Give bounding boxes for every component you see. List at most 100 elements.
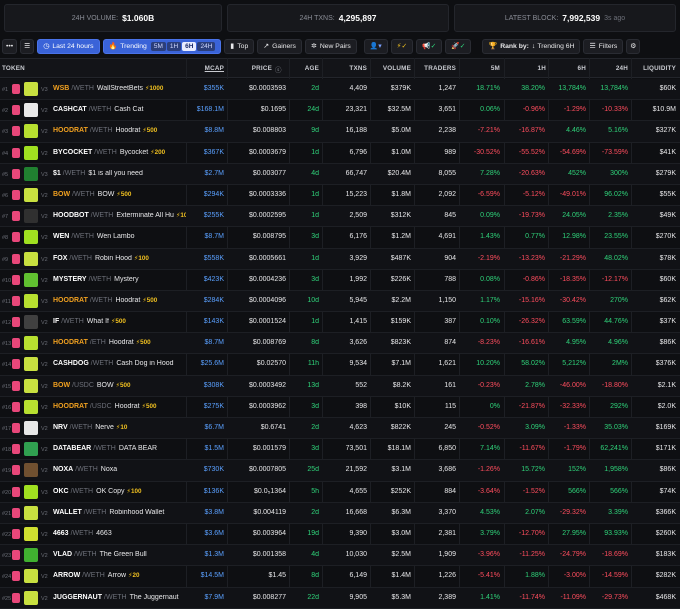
token-symbol: IF — [53, 318, 60, 326]
col-mcap[interactable]: MCAP — [190, 65, 224, 72]
token-name: Wen Lambo — [96, 233, 135, 241]
token-info: OKC/WETH OK Copy ⚡100 — [53, 488, 186, 495]
table-row[interactable]: #8 V2 WEN/WETH Wen Lambo $8.7M $0.008795 … — [0, 227, 680, 249]
col-traders[interactable]: TRADERS — [418, 65, 456, 72]
top-button[interactable]: ▮ Top — [224, 38, 255, 54]
period-button[interactable]: ◷ Last 24 hours — [37, 38, 100, 54]
volume-value: $1.060B — [122, 13, 155, 23]
rank: #19 — [2, 468, 12, 475]
table-row[interactable]: #7 V2 HOODBOT/WETH Exterminate All Hu ⚡10 … — [0, 206, 680, 228]
table-row[interactable]: #22 V2 4663/WETH 4663 $3.6M $0.003964 19d… — [0, 524, 680, 546]
table-row[interactable]: #25 V2 JUGGERNAUT/WETH The Juggernaut $7.… — [0, 587, 680, 609]
col-6h[interactable]: 6H — [568, 65, 586, 72]
col-1h[interactable]: 1H — [528, 65, 546, 72]
traders-value: 115 — [444, 402, 456, 410]
gainers-button[interactable]: ↗ Gainers — [257, 38, 302, 54]
table-row[interactable]: #6 V2 BOW/WETH BOW ⚡500 $294K $0.0003336 1… — [0, 185, 680, 207]
col-token[interactable]: TOKEN — [2, 65, 25, 72]
token-info: JUGGERNAUT/WETH The Juggernaut — [53, 594, 186, 601]
price-value: $0.008795 — [252, 233, 286, 241]
trending-24h[interactable]: 24H — [197, 41, 216, 51]
col-liquidity[interactable]: LIQUIDITY — [638, 65, 676, 72]
table-row[interactable]: #19 V2 NOXA/WETH Noxa $730K $0.0007805 25… — [0, 460, 680, 482]
pair-quote: /ETH — [89, 339, 106, 347]
pair-quote: /WETH — [74, 551, 97, 559]
token-symbol: JUGGERNAUT — [53, 593, 103, 601]
table-row[interactable]: #18 V2 DATABEAR/WETH DATA BEAR $1.5M $0.0… — [0, 439, 680, 461]
token-symbol: ARROW — [53, 572, 81, 580]
col-price[interactable]: PRICE — [240, 65, 272, 72]
price-value: $0.008769 — [252, 339, 286, 347]
gear-icon: ⚙ — [630, 43, 637, 50]
profile-filter-button[interactable]: 👤▾ — [363, 38, 388, 54]
liquidity-value: $468K — [655, 593, 676, 601]
chain-icon — [12, 317, 20, 328]
token-symbol: DATABEAR — [53, 445, 92, 453]
table-row[interactable]: #17 V2 NRV/WETH Nerve ⚡10 $6.7M $0.6741 2d… — [0, 418, 680, 440]
change-24h: -14.59% — [601, 572, 628, 580]
col-age[interactable]: AGE — [293, 65, 319, 72]
table-row[interactable]: #21 V2 WALLET/WETH Robinhood Wallet $3.8M… — [0, 502, 680, 524]
token-avatar — [24, 315, 38, 330]
change-24h: -10.33% — [601, 106, 628, 114]
col-24h[interactable]: 24H — [604, 65, 628, 72]
col-txns[interactable]: TXNS — [340, 65, 367, 72]
trending-button[interactable]: 🔥 Trending 5M 1H 6H 24H — [102, 38, 222, 54]
change-1h: 1.88% — [525, 572, 545, 580]
list-view-button[interactable]: ☰ — [20, 38, 35, 54]
table-row[interactable]: #14 V2 CASHDOG/WETH Cash Dog in Hood $25.… — [0, 354, 680, 376]
token-symbol: CASHCAT — [53, 106, 87, 114]
table-row[interactable]: #23 V2 VLAD/WETH The Green Bull $1.3M $0.… — [0, 545, 680, 567]
txns-value: 66,747 — [345, 169, 367, 177]
table-row[interactable]: #12 V2 IF/WETH What If ⚡500 $143K $0.00015… — [0, 312, 680, 334]
table-row[interactable]: #13 V2 HOODRAT/ETH Hoodrat ⚡500 $8.7M $0.0… — [0, 333, 680, 355]
liquidity-value: $2.0K — [657, 402, 676, 410]
table-row[interactable]: #2 V2 CASHCAT/WETH Cash Cat $168.1M $0.16… — [0, 100, 680, 122]
boost-filter-button[interactable]: ⚡✓ — [390, 38, 414, 54]
table-row[interactable]: #15 V2 BOW/USDC BOW ⚡500 $308K $0.0003492 … — [0, 375, 680, 397]
table-row[interactable]: #20 V3 OKC/WETH OK Copy ⚡100 $136K $0.0₅13… — [0, 482, 680, 503]
table-row[interactable]: #9 V2 FOX/WETH Robin Hood ⚡100 $558K $0.00… — [0, 248, 680, 270]
trending-1h[interactable]: 1H — [166, 41, 182, 51]
ads-filter-button[interactable]: 📢✓ — [416, 38, 443, 54]
trending-segment: 5M 1H 6H 24H — [150, 41, 216, 51]
change-24h: -73.59% — [601, 148, 628, 156]
table-row[interactable]: #5 V3 $1/WETH $1 is all you need $2.7M $0… — [0, 163, 680, 185]
trending-6h[interactable]: 6H — [182, 41, 197, 51]
new-pairs-button[interactable]: ✲ New Pairs — [304, 38, 357, 54]
table-row[interactable]: #24 V2 ARROW/WETH Arrow ⚡20 $14.5M $1.45 8… — [0, 566, 680, 588]
price-value: $1.45 — [268, 572, 286, 580]
mcap-value: $25.6M — [200, 360, 224, 368]
table-row[interactable]: #4 V2 BYCOCKET/WETH Bycocket ⚡200 $367K $0… — [0, 143, 680, 164]
table-row[interactable]: #16 V2 HOODRAT/USDC Hoodrat ⚡500 $275K $0.… — [0, 397, 680, 418]
trending-5m[interactable]: 5M — [150, 41, 166, 51]
rank-by-button[interactable]: 🏆 Rank by: ↓ Trending 6H — [482, 38, 581, 54]
mcap-value: $143K — [203, 318, 224, 326]
megaphone-icon: 📢✓ — [422, 43, 437, 50]
txns-value: 552 — [355, 381, 367, 389]
view-toggle-button[interactable]: ••• — [2, 38, 18, 54]
filters-button[interactable]: ☰ Filters — [583, 38, 624, 54]
txns-value: 398 — [355, 402, 367, 410]
traders-value: 3,651 — [438, 106, 456, 114]
txns-value: 73,501 — [345, 445, 367, 453]
col-5m[interactable]: 5M — [480, 65, 500, 72]
change-6h: 4.95% — [566, 339, 586, 347]
change-1h: 15.72% — [521, 466, 545, 474]
table-row[interactable]: #11 V3 HOODRAT/WETH Hoodrat ⚡500 $284K $0.… — [0, 290, 680, 313]
change-1h: -20.63% — [518, 169, 545, 177]
txns-value: 3,929 — [349, 254, 367, 262]
settings-button[interactable]: ⚙ — [626, 38, 641, 54]
token-avatar — [24, 442, 38, 457]
launch-filter-button[interactable]: 🚀✓ — [445, 38, 472, 54]
table-row[interactable]: #1 V3 WSB/WETH WallStreetBets ⚡1000 $355K … — [0, 79, 680, 101]
col-volume[interactable]: VOLUME — [375, 65, 411, 72]
txns-value: 23,321 — [345, 106, 367, 114]
token-symbol: $1 — [53, 169, 61, 177]
volume-value: $2.2M — [391, 296, 411, 304]
rank: #13 — [2, 341, 12, 348]
boost-badge: ⚡200 — [150, 148, 166, 156]
table-row[interactable]: #10 V2 MYSTERY/WETH Mystery $423K $0.0004… — [0, 270, 680, 291]
price-value: $0.0003593 — [249, 85, 286, 92]
table-row[interactable]: #3 V2 HOODRAT/WETH Hoodrat ⚡500 $8.8M $0.0… — [0, 121, 680, 143]
